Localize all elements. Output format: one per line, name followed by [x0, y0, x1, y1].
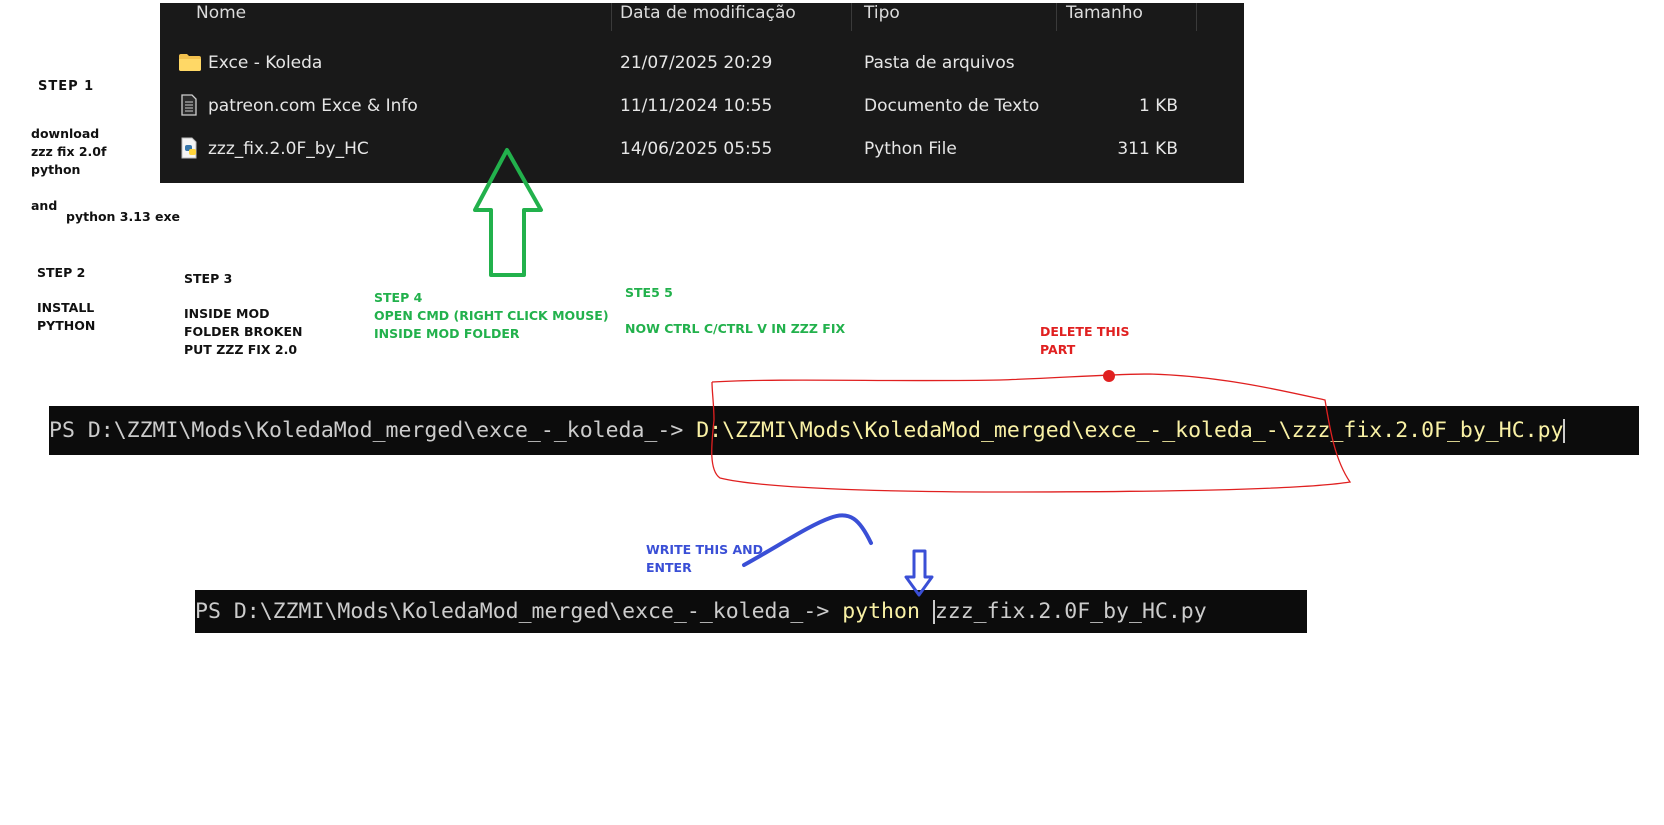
blue-down-arrow [904, 549, 934, 597]
blue-curve-annotation [742, 513, 873, 567]
red-dot [1103, 370, 1115, 382]
green-up-arrow [473, 148, 543, 277]
red-loop-annotation [711, 373, 1352, 493]
annotation-layer [473, 148, 1352, 597]
